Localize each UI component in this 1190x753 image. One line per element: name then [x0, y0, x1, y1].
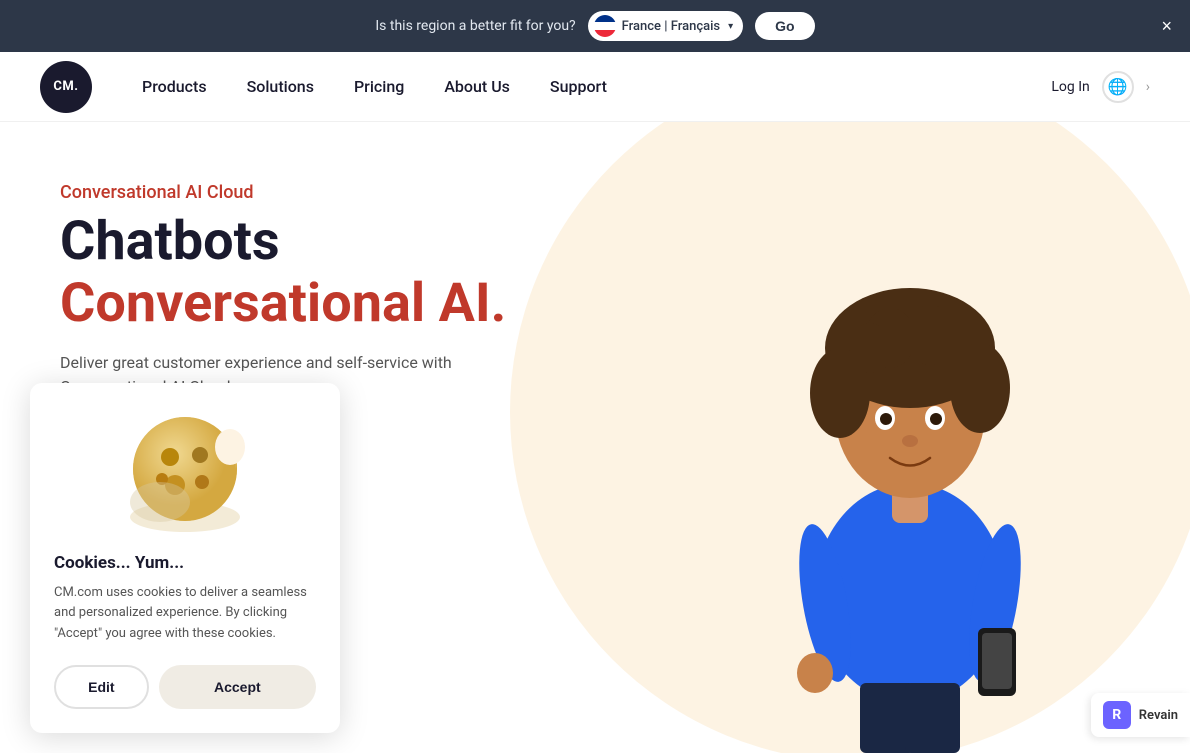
- globe-icon[interactable]: 🌐: [1102, 71, 1134, 103]
- cookie-edit-button[interactable]: Edit: [54, 665, 149, 709]
- hero-title-line2: Conversational AI.: [60, 272, 506, 335]
- cookie-modal: Cookies... Yum... CM.com uses cookies to…: [30, 383, 340, 733]
- cookie-accept-button[interactable]: Accept: [159, 665, 316, 709]
- nav-item-pricing[interactable]: Pricing: [334, 69, 424, 104]
- revain-label: Revain: [1139, 708, 1178, 723]
- hero-eyebrow: Conversational AI Cloud: [60, 182, 506, 203]
- nav-right: Log In 🌐 ›: [1051, 71, 1150, 103]
- nav-links: Products Solutions Pricing About Us Supp…: [122, 69, 1051, 104]
- person-svg: [750, 173, 1070, 753]
- banner-content: Is this region a better fit for you? Fra…: [375, 11, 814, 41]
- region-banner: Is this region a better fit for you? Fra…: [0, 0, 1190, 52]
- revain-icon: R: [1103, 701, 1131, 729]
- hero-section: Conversational AI Cloud Chatbots Convers…: [0, 122, 1190, 753]
- logo[interactable]: CM.: [40, 61, 92, 113]
- nav-item-products[interactable]: Products: [122, 69, 227, 104]
- cookie-icon: [120, 407, 250, 537]
- nav-item-support[interactable]: Support: [530, 69, 627, 104]
- navbar: CM. Products Solutions Pricing About Us …: [0, 52, 1190, 122]
- cookie-modal-body: CM.com uses cookies to deliver a seamles…: [54, 583, 316, 645]
- cookie-modal-title: Cookies... Yum...: [54, 553, 316, 573]
- go-button[interactable]: Go: [755, 12, 814, 40]
- chevron-down-icon: ▾: [728, 21, 733, 32]
- nav-item-about[interactable]: About Us: [424, 69, 530, 104]
- hero-title-line1: Chatbots: [60, 210, 280, 273]
- login-link[interactable]: Log In: [1051, 79, 1089, 95]
- nav-right-arrow-icon[interactable]: ›: [1146, 79, 1150, 95]
- region-label: France | Français: [622, 19, 720, 34]
- cookie-buttons: Edit Accept: [54, 665, 316, 709]
- hero-title: Chatbots Conversational AI.: [60, 211, 506, 335]
- hero-content: Conversational AI Cloud Chatbots Convers…: [60, 182, 506, 399]
- revain-widget[interactable]: R Revain: [1091, 693, 1190, 737]
- hero-person-image: [750, 173, 1070, 753]
- cookie-icon-container: [54, 407, 316, 537]
- nav-item-solutions[interactable]: Solutions: [227, 69, 334, 104]
- banner-text: Is this region a better fit for you?: [375, 18, 575, 34]
- region-selector[interactable]: France | Français ▾: [588, 11, 743, 41]
- close-banner-button[interactable]: ×: [1161, 17, 1172, 35]
- france-flag: [594, 15, 616, 37]
